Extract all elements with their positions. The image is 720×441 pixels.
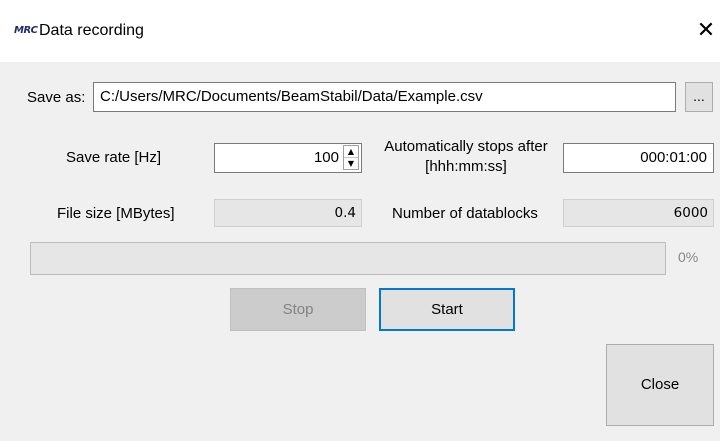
auto-stop-label-line2: [hhh:mm:ss] (425, 158, 507, 175)
close-button[interactable]: Close (606, 344, 714, 426)
save-as-label: Save as: (27, 89, 86, 106)
save-rate-label: Save rate [Hz] (66, 149, 162, 166)
app-logo-icon: MRC (14, 25, 38, 36)
window-close-icon[interactable]: ✕ (693, 18, 719, 44)
auto-stop-label-line1: Automatically stops after (384, 138, 548, 155)
datablocks-value: 6000 (563, 199, 714, 227)
progress-percent: 0% (678, 249, 699, 265)
save-rate-stepper[interactable]: ▲ ▼ (343, 145, 359, 170)
datablocks-label: Number of datablocks (392, 205, 538, 222)
stop-button[interactable]: Stop (230, 288, 366, 331)
stepper-up-icon[interactable]: ▲ (344, 146, 358, 158)
recording-progress-bar (30, 242, 666, 275)
title-bar: MRC Data recording ✕ (0, 0, 720, 62)
file-size-label: File size [MBytes] (57, 205, 175, 222)
start-button[interactable]: Start (379, 288, 515, 331)
save-rate-spinbox[interactable]: 100 (214, 143, 362, 173)
file-size-value: 0.4 (214, 199, 362, 227)
auto-stop-input[interactable]: 000:01:00 (563, 143, 714, 173)
stepper-down-icon[interactable]: ▼ (344, 158, 358, 169)
browse-button[interactable]: ... (685, 82, 713, 112)
window-title: Data recording (39, 22, 144, 39)
save-path-input[interactable]: C:/Users/MRC/Documents/BeamStabil/Data/E… (93, 82, 676, 112)
